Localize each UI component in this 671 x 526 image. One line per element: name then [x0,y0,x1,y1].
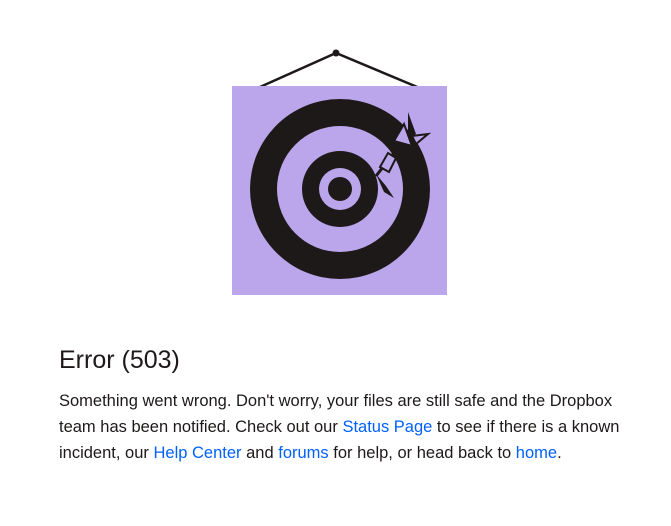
error-title: Error (503) [59,346,180,374]
target-bullseye [328,177,352,201]
nail [332,49,340,57]
error-text-4: for help, or head back to [328,444,516,462]
error-text-3: and [241,444,279,462]
target-illustration [226,46,452,300]
status-page-link[interactable]: Status Page [342,418,432,436]
forums-link[interactable]: forums [278,444,328,462]
hanging-target-icon [232,49,447,295]
error-message: Something went wrong. Don't worry, your … [59,388,629,466]
help-center-link[interactable]: Help Center [153,444,241,462]
error-page: Error (503) Something went wrong. Don't … [0,0,671,526]
home-link[interactable]: home [516,444,557,462]
hanging-string [259,51,423,91]
error-text-5: . [557,444,562,462]
